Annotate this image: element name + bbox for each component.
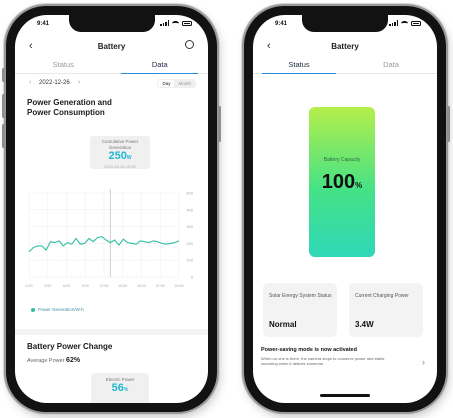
notice-description: When no one is there, the camera stops t… — [261, 356, 385, 366]
day-option[interactable]: Day — [158, 80, 175, 87]
phone-left: 9:41 ‹ Battery Status Data ‹ 2022-12-26 … — [2, 6, 221, 412]
y-tick-label: 0 — [191, 275, 194, 280]
battery-capacity-label: Battery Capacity — [323, 157, 361, 163]
y-tick-label: 300 — [186, 224, 193, 229]
date-label[interactable]: 2022-12-26 — [39, 80, 70, 86]
x-tick-label: 21:00 — [156, 284, 165, 288]
tab-status[interactable]: Status — [253, 57, 345, 74]
average-power-value: 62% — [66, 357, 81, 364]
battery-power-change-title: Battery Power Change — [27, 342, 113, 351]
volume-up-button — [2, 94, 5, 118]
charging-power-label: Current Charging Power — [355, 293, 409, 299]
battery-capacity-unit: % — [355, 181, 363, 190]
signal-icon — [160, 20, 169, 26]
solar-status-card: Solar Energy System Status Normal — [263, 283, 337, 337]
section-divider — [15, 329, 208, 335]
volume-down-button — [2, 124, 5, 148]
signal-icon — [389, 20, 398, 26]
section-title: Power Generation and Power Consumption — [27, 98, 112, 117]
status-time: 9:41 — [37, 21, 50, 27]
y-tick-label: 400 — [186, 207, 193, 212]
x-tick-label: 3:00 — [44, 284, 51, 288]
phone-right: 9:41 ‹ Battery Status Data Battery Capac… — [244, 6, 450, 412]
date-selector: ‹ 2022-12-26 › Day Month — [15, 79, 208, 91]
month-option[interactable]: Month — [174, 80, 195, 87]
solar-status-value: Normal — [269, 320, 297, 329]
average-power: Average Power 62% — [27, 357, 80, 364]
x-tick-label: 24:00 — [175, 284, 184, 288]
tooltip-label: Cumulative Power Generation — [101, 139, 139, 150]
power-saving-notice[interactable]: Power-saving mode is now activated When … — [261, 347, 429, 383]
screen-right: 9:41 ‹ Battery Status Data Battery Capac… — [253, 15, 437, 403]
battery-capacity-gauge: Battery Capacity 100% — [309, 107, 375, 257]
screen-left: 9:41 ‹ Battery Status Data ‹ 2022-12-26 … — [15, 15, 208, 403]
legend-label: Power Generation/W-h — [38, 307, 84, 312]
x-tick-label: 9:00 — [82, 284, 89, 288]
tab-data[interactable]: Data — [112, 57, 209, 74]
legend-dot-icon — [31, 307, 35, 312]
notch — [68, 15, 155, 32]
notch — [302, 15, 388, 32]
prev-date-icon[interactable]: ‹ — [29, 79, 31, 86]
page-title: Battery — [331, 42, 359, 51]
chevron-right-icon: › — [422, 357, 425, 367]
tooltip-unit: W — [126, 155, 132, 161]
y-tick-label: 200 — [186, 241, 193, 246]
battery-status-icon — [411, 20, 421, 26]
electric-power-unit: % — [123, 387, 129, 393]
tab-status[interactable]: Status — [15, 57, 112, 73]
power-button — [218, 106, 221, 142]
charging-power-card: Current Charging Power 3.4W — [349, 283, 423, 337]
notice-title: Power-saving mode is now activated — [261, 347, 357, 353]
mute-switch — [2, 68, 5, 82]
page-title: Battery — [97, 42, 126, 51]
power-button — [447, 106, 450, 142]
next-date-icon[interactable]: › — [78, 79, 80, 86]
settings-icon[interactable] — [185, 40, 194, 49]
tab-bar: Status Data — [15, 57, 208, 74]
chart-legend: Power Generation/W-h — [31, 307, 84, 312]
x-tick-label: 0:00 — [26, 284, 33, 288]
electric-power-card: Electric Power 56% — [91, 373, 149, 403]
tab-data[interactable]: Data — [345, 57, 437, 73]
electric-power-value: 56 — [111, 382, 124, 394]
battery-capacity-value: 100 — [321, 171, 356, 193]
x-tick-label: 6:00 — [63, 284, 70, 288]
power-generation-chart[interactable]: 500 400 300 200 100 0 0:00 3:00 6:00 9:00 12:00 15:… — [23, 173, 195, 301]
wifi-icon — [172, 20, 179, 26]
y-tick-label: 100 — [186, 258, 193, 263]
tab-bar: Status Data — [253, 57, 437, 74]
period-toggle: Day Month — [157, 79, 196, 88]
tooltip-value: 250 — [108, 150, 127, 162]
x-tick-label: 15:00 — [118, 284, 127, 288]
nav-bar: ‹ Battery — [15, 39, 208, 57]
x-tick-label: 12:00 — [100, 284, 109, 288]
battery-status-icon — [182, 20, 192, 26]
nav-bar: ‹ Battery — [253, 39, 437, 57]
wifi-icon — [401, 20, 408, 26]
solar-status-label: Solar Energy System Status — [269, 293, 332, 299]
y-tick-label: 500 — [186, 191, 193, 196]
chart-tooltip: Cumulative Power Generation 250W 2022-12… — [90, 136, 150, 169]
status-time: 9:41 — [275, 21, 288, 27]
average-power-label: Average Power — [27, 358, 65, 364]
home-indicator — [320, 394, 370, 397]
charging-power-value: 3.4W — [355, 320, 374, 329]
x-tick-label: 18:00 — [137, 284, 146, 288]
tooltip-time: 2022-12-26 13:00 — [104, 164, 136, 169]
